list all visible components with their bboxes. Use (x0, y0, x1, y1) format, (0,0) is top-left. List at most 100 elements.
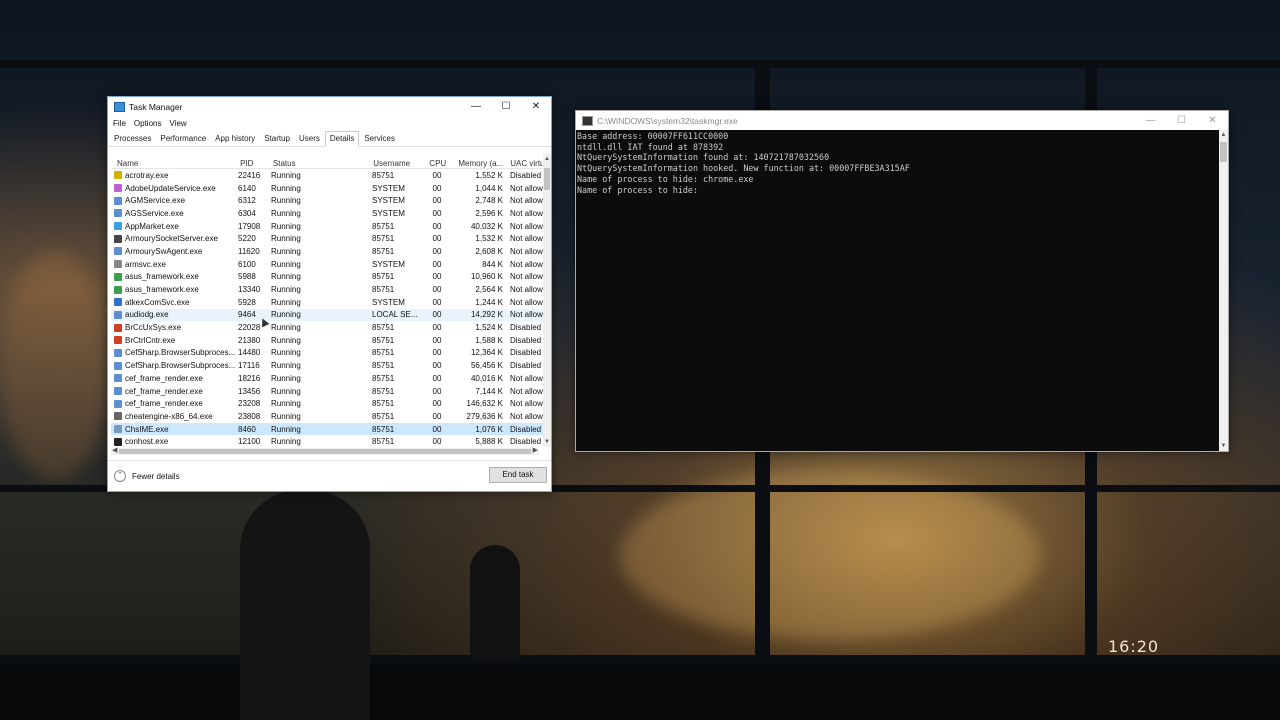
table-row[interactable]: CefSharp.BrowserSubproces... 17116 Running… (111, 359, 547, 372)
table-row[interactable]: AdobeUpdateService.exe 6140 Running SYSTEM 0… (111, 182, 547, 195)
table-row[interactable]: CefSharp.BrowserSubproces... 14480 Running… (111, 347, 547, 360)
table-row[interactable]: BrCcUxSys.exe 22028 Running 85751 00 1,524 KD… (111, 321, 547, 334)
console-output[interactable]: Base address: 00007FF611CC0000 ntdll.dll… (577, 131, 1217, 449)
table-row[interactable]: cef_frame_render.exe 13456 Running 85751 00 7… (111, 385, 547, 398)
table-row[interactable]: asus_framework.exe 5988 Running 85751 00 10,9… (111, 271, 547, 284)
table-row[interactable]: atkexComSvc.exe 5928 Running SYSTEM 00 1,244 … (111, 296, 547, 309)
process-username: 85751 (372, 221, 395, 231)
column-uac[interactable]: UAC virtu (507, 159, 547, 168)
process-cpu: 00 (432, 221, 442, 231)
console-minimize-icon[interactable]: — (1135, 111, 1166, 130)
process-pid: 22416 (238, 170, 261, 180)
tab-users[interactable]: Users (295, 134, 324, 146)
process-pid: 18216 (238, 373, 261, 383)
column-cpu[interactable]: CPU (424, 159, 452, 168)
table-row[interactable]: asus_framework.exe 13340 Running 85751 00 2,5… (111, 283, 547, 296)
column-status[interactable]: Status (270, 159, 370, 168)
tab-processes[interactable]: Processes (110, 134, 155, 146)
console-scrollbar[interactable]: ▲ ▼ (1219, 130, 1228, 451)
tab-performance[interactable]: Performance (156, 134, 210, 146)
menu-view[interactable]: View (169, 119, 186, 128)
hscroll-thumb[interactable] (119, 449, 531, 454)
process-name-label: BrCtrlCntr.exe (125, 335, 176, 345)
table-row[interactable]: cef_frame_render.exe 18216 Running 85751 00 4… (111, 372, 547, 385)
table-row[interactable]: cheatengine-x86_64.exe 23808 Running 85751 0… (111, 410, 547, 423)
process-status: Running (271, 335, 301, 345)
console-line: ntdll.dll IAT found at 878392 (577, 141, 724, 152)
column-memory[interactable]: Memory (a... (452, 159, 508, 168)
horizontal-scrollbar[interactable]: ◀ ▶ (111, 446, 539, 455)
process-cpu: 00 (432, 272, 442, 282)
process-uac: Disabled (510, 437, 542, 447)
process-cpu: 00 (432, 323, 442, 333)
scroll-right-icon[interactable]: ▶ (533, 446, 538, 454)
process-status: Running (271, 310, 301, 320)
table-row[interactable]: conhost.exe 12100 Running 85751 00 5,888 K Dis… (111, 435, 547, 447)
process-status: Running (271, 399, 301, 409)
process-status: Running (271, 373, 301, 383)
table-row[interactable]: cef_frame_render.exe 23208 Running 85751 00 1… (111, 397, 547, 410)
menu-file[interactable]: File (113, 119, 126, 128)
console-window: C:\WINDOWS\system32\taskmgr.exe — ☐ ✕ Ba… (575, 110, 1229, 452)
process-name: CefSharp.BrowserSubproces... (111, 361, 235, 370)
task-manager-window: Task Manager — ☐ ✕ File Options View Pro… (107, 96, 552, 492)
process-name: atkexComSvc.exe (111, 298, 235, 307)
maximize-icon[interactable]: ☐ (491, 97, 521, 116)
process-name: ArmourySocketServer.exe (111, 234, 235, 243)
table-row[interactable]: audiodg.exe 9464 Running LOCAL SE... 00 14,29… (111, 308, 547, 322)
table-row[interactable]: BrCtrlCntr.exe 21380 Running 85751 00 1,588 K… (111, 334, 547, 347)
process-status: Running (271, 285, 301, 295)
process-status: Running (271, 297, 301, 307)
tab-services[interactable]: Services (360, 134, 399, 146)
title-bar[interactable]: Task Manager — ☐ ✕ (108, 97, 551, 116)
scroll-down-icon[interactable]: ▼ (543, 439, 551, 445)
console-close-icon[interactable]: ✕ (1197, 111, 1228, 130)
scroll-left-icon[interactable]: ◀ (112, 446, 117, 454)
console-scroll-thumb[interactable] (1220, 142, 1227, 162)
process-status: Running (271, 424, 301, 434)
close-icon[interactable]: ✕ (521, 97, 551, 116)
process-cpu: 00 (432, 297, 442, 307)
process-name: cef_frame_render.exe (111, 399, 235, 408)
table-row[interactable]: AppMarket.exe 17908 Running 85751 00 40,032 K… (111, 220, 547, 233)
process-icon (114, 234, 122, 243)
process-status: Running (271, 259, 301, 269)
column-name[interactable]: Name (111, 159, 237, 168)
table-row[interactable]: ArmourySwAgent.exe 11620 Running 85751 00 2,6… (111, 245, 547, 258)
process-pid: 5220 (238, 234, 256, 244)
console-scroll-up-icon[interactable]: ▲ (1219, 132, 1228, 138)
process-icon (114, 209, 122, 218)
column-username[interactable]: Username (370, 159, 424, 168)
table-row[interactable]: armsvc.exe 6100 Running SYSTEM 00 844 K Not al… (111, 258, 547, 271)
console-line: Name of process to hide: (577, 184, 699, 195)
process-pid: 6100 (238, 259, 256, 269)
process-status: Running (271, 208, 301, 218)
table-row[interactable]: ChsIME.exe 8460 Running 85751 00 1,076 K Disab… (111, 422, 547, 436)
tab-details[interactable]: Details (324, 131, 360, 147)
minimize-icon[interactable]: — (461, 97, 491, 116)
process-pid: 11620 (238, 246, 260, 256)
end-task-button[interactable]: End task (489, 467, 547, 483)
vertical-scrollbar[interactable]: ▲ ▼ (543, 154, 551, 447)
process-name: ChsIME.exe (111, 425, 235, 434)
menu-options[interactable]: Options (134, 119, 162, 128)
scroll-thumb[interactable] (544, 168, 550, 190)
details-table: Name PID Status Username CPU Memory (a..… (111, 154, 547, 447)
process-memory: 5,888 K (475, 437, 503, 447)
tab-startup[interactable]: Startup (260, 134, 294, 146)
process-username: 85751 (372, 170, 395, 180)
table-row[interactable]: ArmourySocketServer.exe 5220 Running 85751 0… (111, 232, 547, 245)
console-maximize-icon[interactable]: ☐ (1166, 111, 1197, 130)
column-pid[interactable]: PID (237, 159, 270, 168)
table-row[interactable]: acrotray.exe 22416 Running 85751 00 1,552 K Di… (111, 169, 547, 182)
console-title-bar[interactable]: C:\WINDOWS\system32\taskmgr.exe — ☐ ✕ (576, 111, 1228, 130)
table-row[interactable]: AGMService.exe 6312 Running SYSTEM 00 2,748 K… (111, 194, 547, 207)
process-uac: Not allowed (510, 272, 547, 282)
fewer-details-button[interactable]: ⌃ Fewer details (114, 470, 180, 482)
tab-app-history[interactable]: App history (211, 134, 259, 146)
console-scroll-down-icon[interactable]: ▼ (1219, 443, 1228, 449)
table-row[interactable]: AGSService.exe 6304 Running SYSTEM 00 2,596 K… (111, 207, 547, 220)
scroll-up-icon[interactable]: ▲ (543, 156, 551, 162)
process-uac: Disabled (510, 323, 542, 333)
process-name: cef_frame_render.exe (111, 387, 235, 396)
